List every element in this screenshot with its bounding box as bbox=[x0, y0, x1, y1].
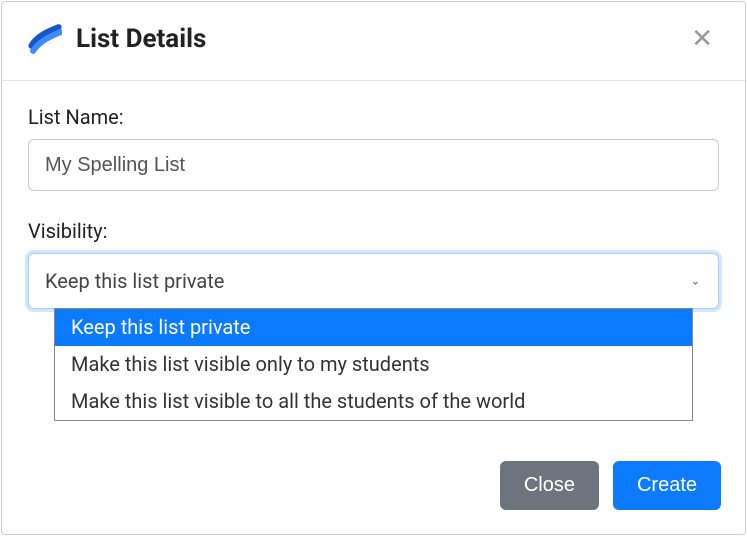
header-left: List Details bbox=[28, 22, 206, 56]
visibility-field: Visibility: Keep this list private ⌄ Kee… bbox=[28, 219, 719, 309]
modal-header: List Details ✕ bbox=[2, 2, 745, 81]
modal-footer: Close Create bbox=[2, 449, 745, 534]
visibility-option[interactable]: Keep this list private bbox=[55, 309, 692, 346]
modal-dialog: List Details ✕ List Name: Visibility: Ke… bbox=[1, 1, 746, 535]
close-button[interactable]: Close bbox=[500, 461, 599, 510]
chevron-down-icon: ⌄ bbox=[691, 275, 700, 288]
close-icon[interactable]: ✕ bbox=[685, 24, 719, 54]
visibility-option[interactable]: Make this list visible to all the studen… bbox=[55, 383, 692, 420]
list-name-input[interactable] bbox=[28, 139, 719, 191]
app-logo-icon bbox=[28, 22, 62, 56]
visibility-select[interactable]: Keep this list private ⌄ bbox=[28, 253, 719, 309]
list-name-label: List Name: bbox=[28, 105, 719, 129]
visibility-selected-value: Keep this list private bbox=[45, 269, 224, 293]
modal-body: List Name: Visibility: Keep this list pr… bbox=[2, 81, 745, 449]
visibility-label: Visibility: bbox=[28, 219, 719, 243]
list-name-field: List Name: bbox=[28, 105, 719, 191]
visibility-option[interactable]: Make this list visible only to my studen… bbox=[55, 346, 692, 383]
modal-title: List Details bbox=[76, 24, 206, 54]
create-button[interactable]: Create bbox=[613, 461, 721, 510]
visibility-dropdown: Keep this list private Make this list vi… bbox=[54, 308, 693, 421]
